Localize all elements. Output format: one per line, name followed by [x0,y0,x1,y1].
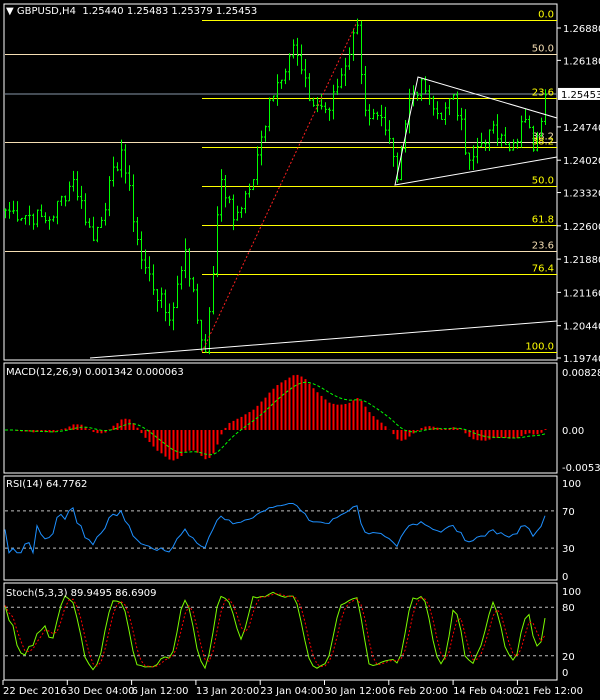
time-tick-label: 6 Feb 20:00 [389,686,448,697]
macd-tick-label: 0.00 [562,426,584,437]
price-tick-label: 1.26180 [563,56,600,67]
rsi-panel [3,475,558,581]
macd-tick-label: 0.008281 [562,368,600,379]
macd-tick-label: -0.005383 [562,463,600,474]
macd-label: MACD(12,26,9) 0.001342 0.000063 [6,367,184,378]
stoch-tick-label: 100 [562,587,581,598]
symbol-label: GBPUSD,H4 [16,6,76,17]
fib-level-label: 23.6 [532,241,554,252]
current-price-label: 1.25453 [561,90,600,101]
time-tick-label: 30 Dec 04:00 [67,686,134,697]
price-tick-label: 1.24740 [563,123,600,134]
time-tick-label: 14 Feb 04:00 [453,686,519,697]
price-tick-label: 1.23320 [563,189,600,200]
rsi-tick-label: 0 [562,572,568,583]
time-tick-label: 23 Jan 04:00 [260,686,323,697]
fib-level-label: 38.2 [532,137,554,148]
price-tick-label: 1.21880 [563,255,600,266]
rsi-tick-label: 70 [562,507,575,518]
ohlc-readout: 1.25440 1.25483 1.25379 1.25453 [82,6,258,17]
stoch-label: Stoch(5,3,3) 89.9495 86.6909 [6,588,157,599]
price-tick-label: 1.21160 [563,288,600,299]
stoch-tick-label: 20 [562,652,575,663]
price-tick-label: 1.24020 [563,156,600,167]
time-tick-label: 21 Feb 12:00 [517,686,583,697]
stoch-main-line [4,591,546,671]
time-tick-label: 6 Jan 12:00 [132,686,189,697]
stoch-tick-label: 0 [562,668,568,679]
chart-title: ▼ GBPUSD,H4 1.25440 1.25483 1.25379 1.25… [6,6,257,17]
fib-level-label: 0.0 [538,10,554,21]
main-panel [3,3,558,361]
stoch-tick-label: 80 [562,603,575,614]
price-tick-label: 1.26880 [563,24,600,35]
fib-level-label: 100.0 [525,342,554,353]
rsi-tick-label: 30 [562,544,575,555]
time-tick-label: 30 Jan 12:00 [325,686,388,697]
price-tick-label: 1.19740 [563,354,600,365]
collapse-triangle-icon[interactable]: ▼ [6,6,17,17]
price-tick-label: 1.20440 [563,322,600,333]
time-tick-label: 13 Jan 20:00 [196,686,259,697]
price-tick-label: 1.22600 [563,222,600,233]
fib-level-label: 76.4 [532,264,554,275]
fib-level-label: 50.0 [532,176,554,187]
fib-level-label: 23.6 [532,88,554,99]
macd-signal-line [4,381,546,456]
fib-level-label: 50.0 [532,44,554,55]
fib-level-label: 61.8 [532,215,554,226]
rsi-tick-label: 100 [562,479,581,490]
time-tick-label: 22 Dec 2016 [3,686,67,697]
rsi-label: RSI(14) 64.7762 [6,479,88,490]
